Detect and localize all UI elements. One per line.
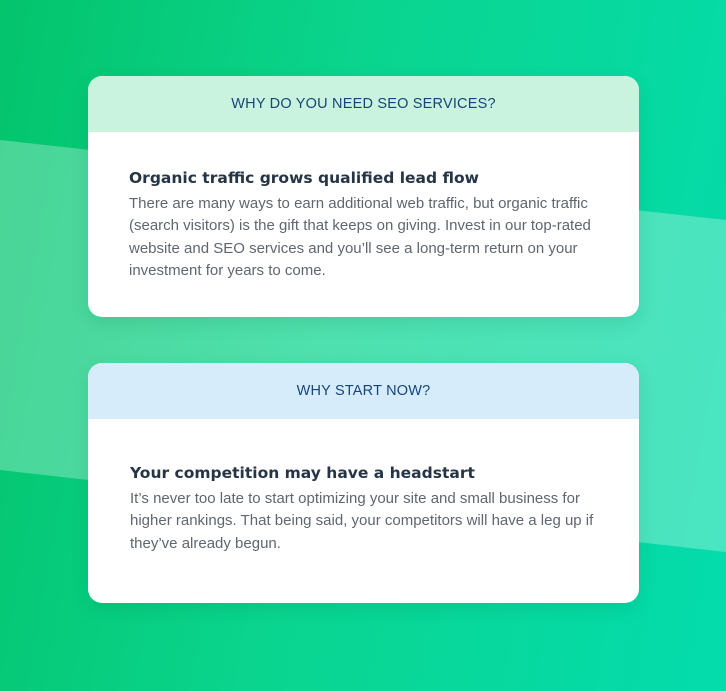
card-header: WHY DO YOU NEED SEO SERVICES? [88, 76, 639, 132]
card-body: Your competition may have a headstart It… [88, 419, 639, 555]
start-now-card: WHY START NOW? Your competition may have… [88, 363, 639, 603]
card-title: Organic traffic grows qualified lead flo… [129, 169, 479, 187]
card-header-label: WHY START NOW? [296, 383, 431, 399]
card-description: There are many ways to earn additional w… [129, 195, 591, 279]
card-header: WHY START NOW? [88, 363, 639, 419]
seo-services-card: WHY DO YOU NEED SEO SERVICES? Organic tr… [88, 76, 639, 317]
card-title: Your competition may have a headstart [130, 464, 475, 482]
card-description: It’s never too late to start optimizing … [130, 490, 594, 552]
card-header-label: WHY DO YOU NEED SEO SERVICES? [231, 96, 496, 112]
card-body: Organic traffic grows qualified lead flo… [88, 132, 639, 282]
